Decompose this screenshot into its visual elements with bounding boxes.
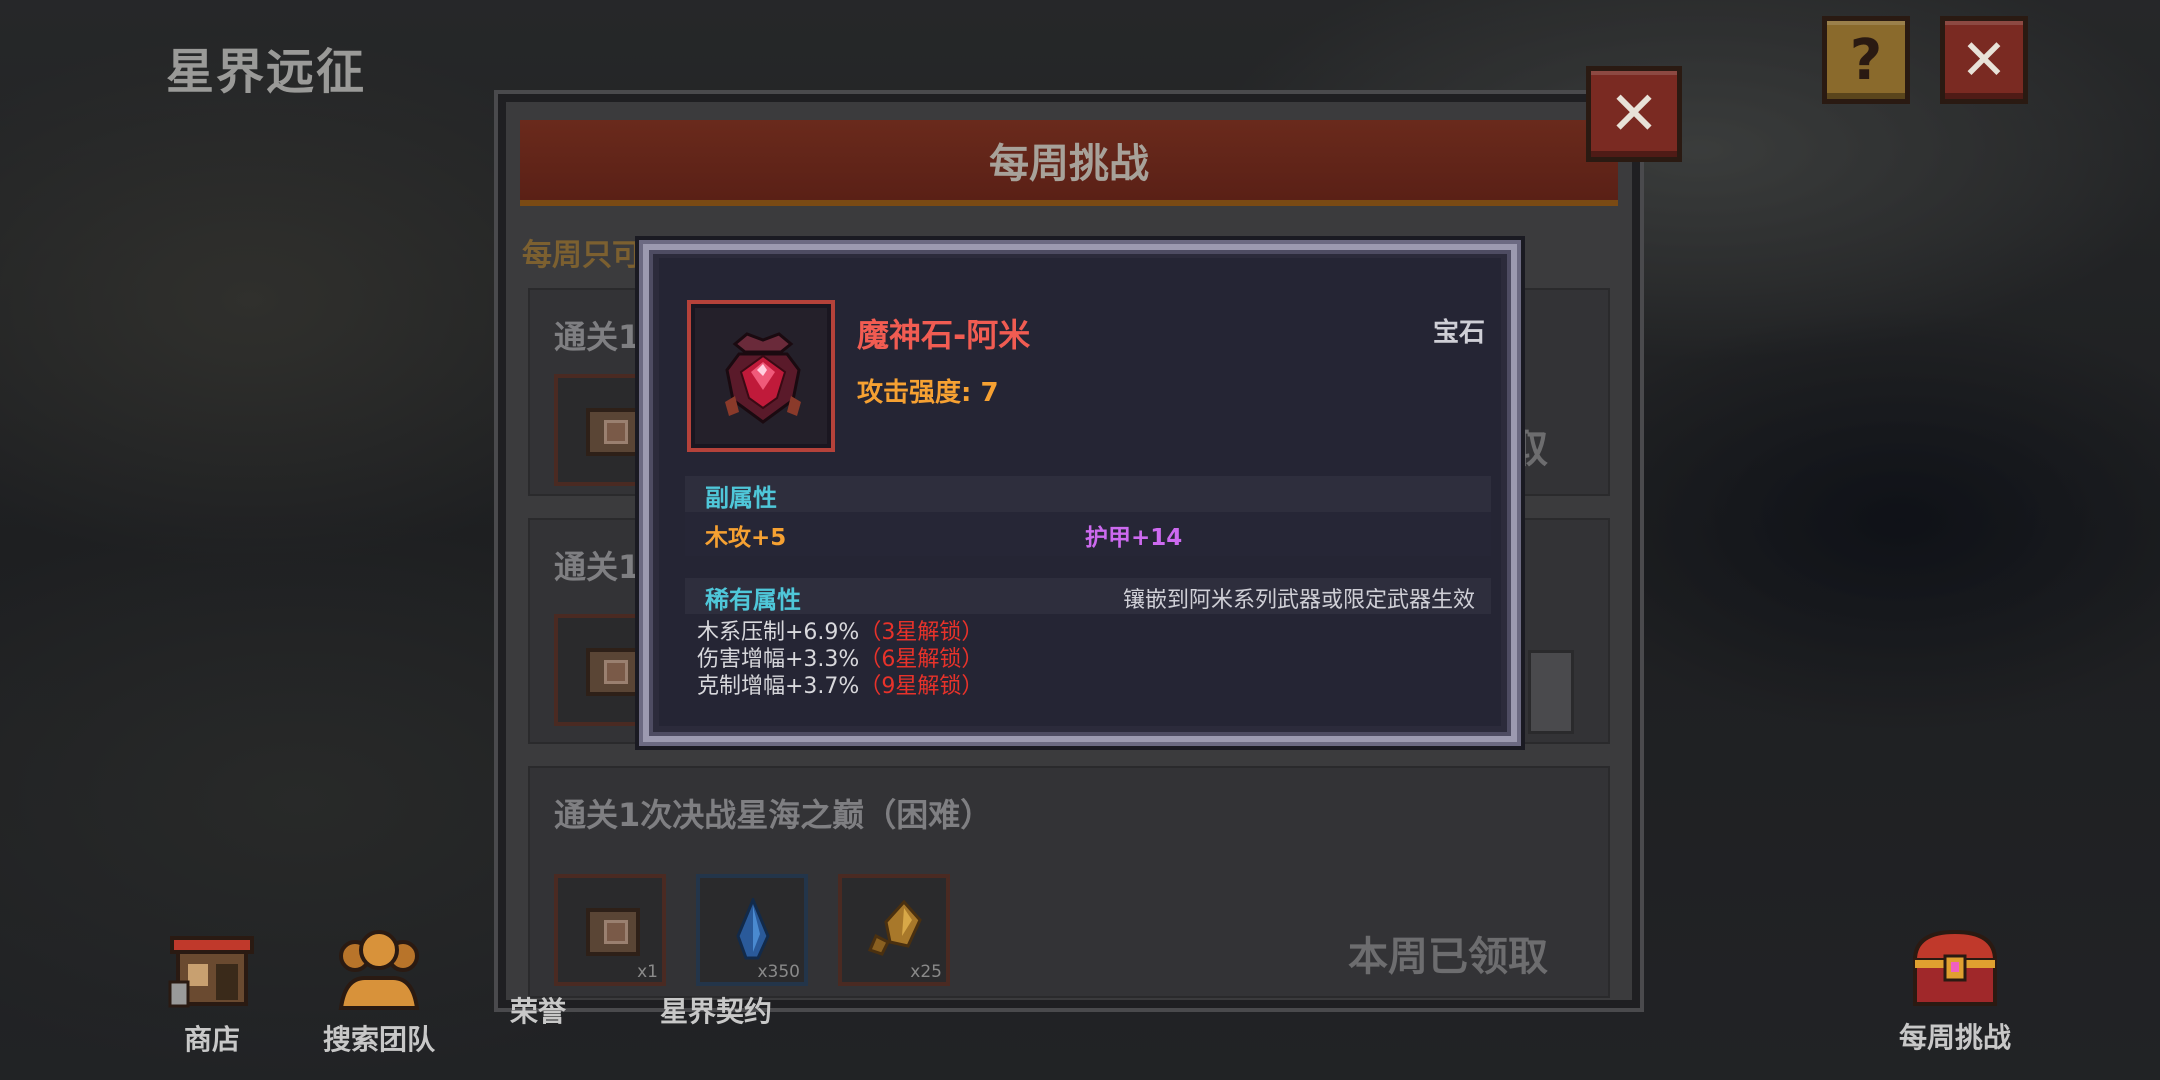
close-screen-button[interactable]: ✕ xyxy=(1940,16,2028,104)
nav-team-search[interactable]: 搜索团队 xyxy=(314,928,444,1058)
rare-attr-text: 克制增幅+3.7% xyxy=(697,674,860,699)
nav-label: 每周挑战 xyxy=(1898,1021,2011,1054)
nav-label: 荣誉 xyxy=(509,995,566,1028)
item-name: 魔神石-阿米 xyxy=(857,316,1031,354)
rare-attr-text: 木系压制+6.9% xyxy=(697,620,860,645)
question-icon: ? xyxy=(1849,27,1883,93)
chest-icon xyxy=(586,408,640,456)
weekly-chest-icon xyxy=(1912,929,1998,1006)
reward-slot[interactable]: x350 xyxy=(696,874,808,986)
close-icon: ✕ xyxy=(1608,79,1660,149)
secondary-attr-row: 木攻+5 护甲+14 xyxy=(685,512,1491,556)
nav-honor[interactable]: 荣誉 xyxy=(498,988,578,1030)
gold-crystal-icon xyxy=(867,899,922,956)
unlock-requirement: （3星解锁） xyxy=(859,620,984,645)
unlock-requirement: （9星解锁） xyxy=(859,674,984,699)
claim-status: 本周已领取 xyxy=(1348,934,1548,980)
item-power: 攻击强度: 7 xyxy=(857,378,999,408)
rare-attr-label: 稀有属性 xyxy=(705,586,801,614)
blue-crystal-icon xyxy=(736,898,770,960)
chest-icon xyxy=(586,648,640,696)
nav-shop[interactable]: 商店 xyxy=(160,924,264,1058)
secondary-attr-header: 副属性 xyxy=(685,476,1491,512)
secondary-stat: 护甲+14 xyxy=(1085,525,1183,551)
close-panel-button[interactable]: ✕ xyxy=(1586,66,1682,162)
rare-attr-header: 稀有属性 镶嵌到阿米系列武器或限定武器生效 xyxy=(685,578,1491,614)
demon-gem-icon xyxy=(725,332,801,424)
reward-qty: x350 xyxy=(757,962,800,982)
reward-slot[interactable]: x1 xyxy=(554,874,666,986)
tooltip-body: 魔神石-阿米 宝石 攻击强度: 7 副属性 木攻+5 护甲+14 稀有属性 镶嵌… xyxy=(659,258,1501,726)
secondary-attr-label: 副属性 xyxy=(705,484,777,512)
reward-slot[interactable]: x25 xyxy=(838,874,950,986)
nav-label: 搜索团队 xyxy=(322,1023,435,1056)
chest-icon xyxy=(586,908,640,956)
claim-button-edge[interactable] xyxy=(1528,650,1574,734)
rare-attr-line: 木系压制+6.9%（3星解锁） xyxy=(697,622,983,644)
secondary-stat: 木攻+5 xyxy=(705,525,787,551)
item-tooltip: 魔神石-阿米 宝石 攻击强度: 7 副属性 木攻+5 护甲+14 稀有属性 镶嵌… xyxy=(643,244,1517,742)
item-icon-frame xyxy=(687,300,835,452)
close-icon: ✕ xyxy=(1960,27,2008,93)
challenge-title: 通关1次决战星海之巅（困难） xyxy=(554,796,993,834)
item-type: 宝石 xyxy=(1432,318,1485,348)
rare-attr-line: 克制增幅+3.7%（9星解锁） xyxy=(697,676,983,698)
shop-icon xyxy=(168,936,254,1008)
panel-title: 每周挑战 xyxy=(520,120,1618,206)
nav-weekly-challenge[interactable]: 每周挑战 xyxy=(1890,926,2020,1056)
nav-label: 星界契约 xyxy=(659,995,772,1028)
nav-contract[interactable]: 星界契约 xyxy=(636,988,796,1030)
team-search-icon xyxy=(338,930,420,1010)
nav-label: 商店 xyxy=(183,1023,240,1056)
screen-title: 星界远征 xyxy=(166,44,367,100)
challenge-row: 通关1次决战星海之巅（困难） x1 x350 x25 本周已领取 xyxy=(528,766,1610,998)
rare-attr-text: 伤害增幅+3.3% xyxy=(697,647,860,672)
unlock-requirement: （6星解锁） xyxy=(859,647,984,672)
rare-attr-line: 伤害增幅+3.3%（6星解锁） xyxy=(697,649,983,671)
help-button[interactable]: ? xyxy=(1822,16,1910,104)
reward-qty: x25 xyxy=(910,962,942,982)
reward-qty: x1 xyxy=(637,962,658,982)
rare-attr-hint: 镶嵌到阿米系列武器或限定武器生效 xyxy=(1122,588,1475,613)
